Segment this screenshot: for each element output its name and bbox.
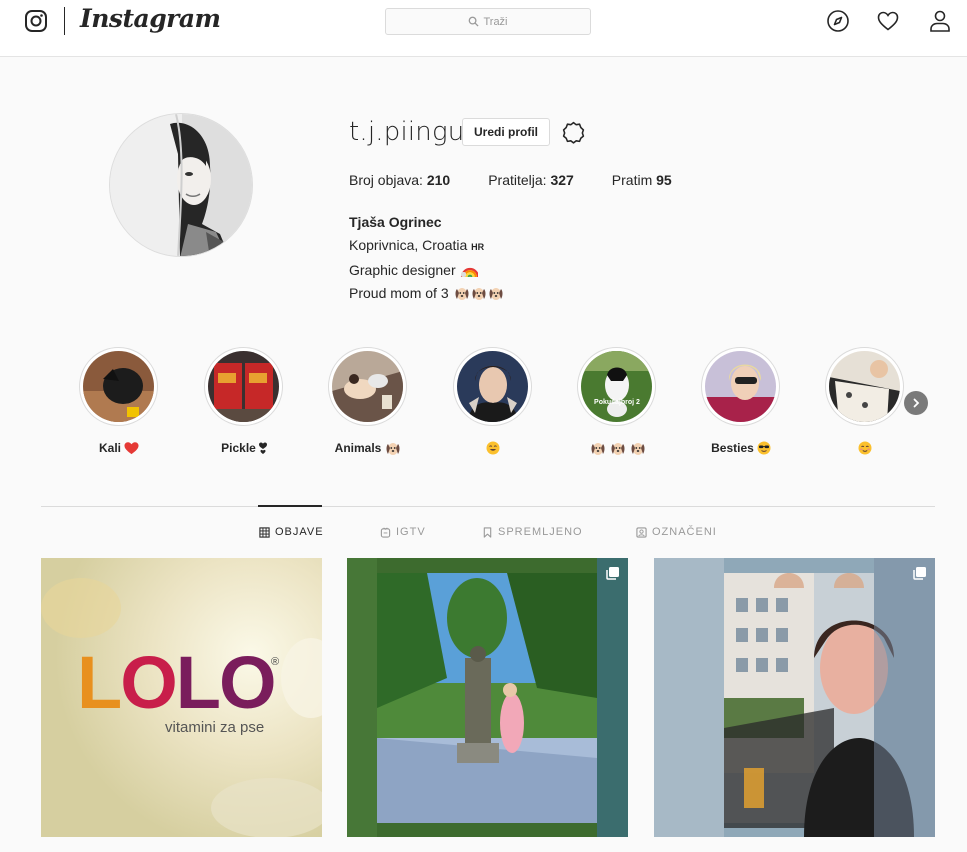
profile-avatar[interactable]	[109, 113, 253, 257]
sunglasses-face-icon	[757, 441, 771, 455]
highlight-dogs[interactable]: Pokušajbroj 2	[577, 347, 657, 457]
rainbow-icon	[460, 267, 478, 278]
bio-line-mom: Proud mom of 3	[349, 282, 504, 305]
posts-count: Broj objava: 210	[349, 172, 451, 188]
edit-profile-button[interactable]: Uredi profil	[462, 118, 550, 146]
dog-face-icon	[489, 288, 502, 300]
tab-tagged[interactable]: OZNAČENI	[636, 526, 717, 538]
highlight-blush[interactable]	[825, 347, 905, 457]
highlight-label: Kali	[79, 439, 159, 457]
dog-face-icon	[611, 443, 624, 455]
highlight-overlay-text: Pokušajbroj 2	[594, 399, 640, 406]
followers-count[interactable]: Pratitelja: 327	[488, 172, 574, 188]
multiple-photos-icon	[606, 567, 619, 580]
dog-face-icon	[472, 288, 485, 300]
post-lolo[interactable]: LOLO ® vitamini za pse	[41, 558, 322, 837]
dog-face-icon	[631, 443, 644, 455]
highlight-label: Pickle	[204, 439, 284, 457]
bookmark-icon	[483, 526, 492, 538]
dog-face-icon	[455, 288, 468, 300]
multiple-photos-icon	[913, 567, 926, 580]
tab-igtv[interactable]: IGTV	[380, 526, 426, 538]
search-placeholder: Traži	[483, 15, 508, 28]
highlight-label	[453, 439, 533, 457]
profile-bio: Tjaša Ogrinec Koprivnica, Croatia HR Gra…	[349, 211, 504, 305]
highlight-kali[interactable]: Kali	[79, 347, 159, 457]
country-code: HR	[471, 242, 485, 252]
pink-heart-icon	[258, 442, 267, 454]
instagram-wordmark[interactable]: Instagram	[80, 4, 221, 33]
highlight-besties[interactable]: Besties	[701, 347, 781, 457]
tab-posts[interactable]: OBJAVE	[259, 526, 324, 538]
tagged-icon	[636, 526, 647, 538]
highlight-label: Animals	[328, 439, 408, 457]
registered-mark: ®	[271, 656, 280, 668]
smiling-face-icon	[486, 441, 500, 455]
active-tab-indicator	[258, 505, 322, 507]
highlight-label	[825, 439, 905, 457]
highlight-label: Besties	[701, 439, 781, 457]
igtv-icon	[380, 527, 391, 538]
tabs-divider	[41, 506, 935, 507]
post-selfie-balcony[interactable]	[654, 558, 935, 837]
highlight-smile[interactable]	[453, 347, 533, 457]
settings-gear-icon[interactable]	[561, 120, 586, 145]
chevron-right-icon	[913, 398, 920, 408]
grid-icon	[259, 526, 270, 538]
profile-username: t.j.piingu	[349, 117, 465, 147]
profile-person-icon[interactable]	[928, 9, 952, 33]
highlight-animals[interactable]: Animals	[328, 347, 408, 457]
full-name: Tjaša Ogrinec	[349, 214, 442, 230]
explore-compass-icon[interactable]	[826, 9, 850, 33]
heart-activity-icon[interactable]	[876, 9, 900, 33]
tab-saved[interactable]: SPREMLJENO	[482, 526, 583, 538]
search-input[interactable]: Traži	[385, 8, 591, 35]
post-statue-park[interactable]	[347, 558, 628, 837]
blushing-face-icon	[858, 441, 872, 455]
bio-location: Koprivnica, Croatia HR	[349, 237, 485, 253]
logo-separator	[64, 7, 65, 35]
search-icon	[469, 16, 480, 27]
bio-line-designer: Graphic designer	[349, 259, 504, 282]
highlights-next-button[interactable]	[904, 391, 928, 415]
highlight-pickle[interactable]: Pickle	[204, 347, 284, 457]
instagram-camera-icon[interactable]	[24, 9, 48, 33]
red-heart-icon	[124, 442, 139, 455]
top-navigation-bar: Instagram Traži	[0, 0, 967, 57]
lolo-logo: LOLO	[77, 641, 277, 724]
profile-stats: Broj objava: 210 Pratitelja: 327 Pratim …	[349, 172, 710, 188]
following-count[interactable]: Pratim 95	[612, 172, 672, 188]
lolo-tagline: vitamini za pse	[165, 719, 265, 736]
dog-face-icon	[591, 443, 604, 455]
highlight-label	[577, 439, 657, 457]
dog-face-icon	[386, 443, 400, 455]
